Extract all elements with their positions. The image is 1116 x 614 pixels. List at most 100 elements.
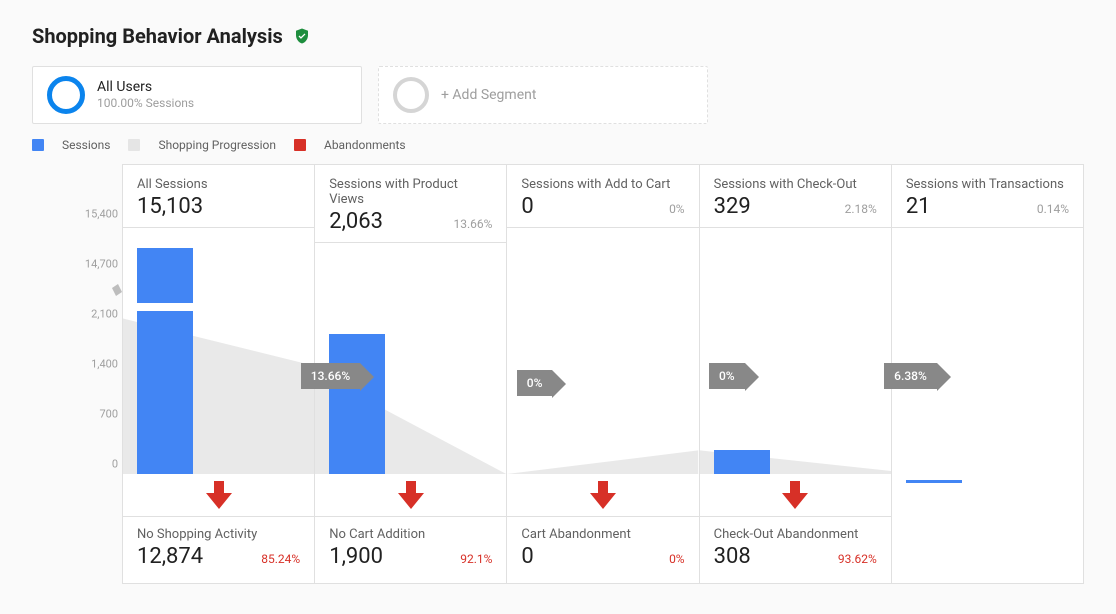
progression-arrow-label: 0% [709, 363, 745, 389]
column-value-row: 15,103 [137, 194, 300, 219]
progression-arrow: 6.38% [884, 363, 937, 389]
legend-swatch-abandonments [294, 139, 306, 151]
column-percent: 0.14% [1037, 202, 1069, 216]
progression-arrow-label: 13.66% [301, 363, 360, 389]
add-segment-label: + Add Segment [441, 87, 536, 103]
progression-arrow-label: 6.38% [884, 363, 937, 389]
abandonment-label: No Cart Addition [329, 527, 492, 542]
sessions-bar [137, 248, 193, 474]
legend-label-abandonments: Abandonments [324, 138, 406, 152]
column-header: Sessions with Add to Cart 0 0% [507, 165, 698, 228]
down-arrow-icon [590, 481, 616, 509]
column-value-row: 2,063 13.66% [329, 209, 492, 234]
page-title: Shopping Behavior Analysis [32, 24, 283, 48]
column-label: Sessions with Check-Out [714, 177, 877, 192]
abandonment-value: 308 [714, 544, 751, 569]
column-value: 2,063 [329, 209, 383, 234]
column-header: Sessions with Product Views2,063 13.66% [315, 165, 506, 243]
column-body: 0% [507, 228, 698, 474]
column-body: 0% [315, 243, 506, 474]
column-value-row: 329 2.18% [714, 194, 877, 219]
column-footer: No Shopping Activity 12,874 85.24% [123, 516, 314, 583]
column-header: All Sessions 15,103 [123, 165, 314, 228]
abandonment-label: Cart Abandonment [521, 527, 684, 542]
legend-swatch-sessions [32, 139, 44, 151]
segment-card-all-users[interactable]: All Users 100.00% Sessions [32, 66, 362, 124]
segment-body: All Users 100.00% Sessions [97, 79, 194, 112]
abandonment-label: No Shopping Activity [137, 527, 300, 542]
add-segment-button[interactable]: + Add Segment [378, 66, 708, 124]
segment-row: All Users 100.00% Sessions + Add Segment [32, 66, 1084, 124]
sessions-bar [714, 450, 770, 474]
abandonment-value-row: 0 0% [521, 544, 684, 569]
column-label: Sessions with Product Views [329, 177, 492, 207]
column-body: 6.38% [700, 228, 891, 474]
progression-arrow-label: 0% [517, 370, 553, 396]
column-body: 13.66% [123, 228, 314, 474]
segment-ring-icon [47, 76, 85, 114]
abandonment-value: 0 [521, 544, 533, 569]
abandonment-percent: 92.1% [460, 552, 492, 566]
column-footer: No Cart Addition 1,900 92.1% [315, 516, 506, 583]
abandonment-value: 1,900 [329, 544, 383, 569]
column-header: Sessions with Check-Out 329 2.18% [700, 165, 891, 228]
shield-check-icon [293, 27, 311, 45]
column-header: Sessions with Transactions 21 0.14% [892, 165, 1083, 228]
progression-arrow: 0% [709, 363, 745, 389]
down-arrow-icon [782, 481, 808, 509]
funnel-columns: All Sessions 15,103 13.66% No Shopping Acti… [122, 164, 1084, 584]
segment-subtext: 100.00% Sessions [97, 96, 194, 111]
y-tick: 14,700 [85, 258, 118, 271]
segment-name: All Users [97, 79, 194, 97]
abandonment-arrow-zone [315, 474, 506, 516]
progression-flow [507, 228, 698, 474]
title-row: Shopping Behavior Analysis [32, 24, 1084, 48]
abandonment-percent: 0% [669, 552, 685, 566]
y-tick: 1,400 [91, 358, 118, 371]
abandonment-arrow-zone [700, 474, 891, 516]
column-value: 329 [714, 194, 751, 219]
column-value: 15,103 [137, 194, 203, 219]
abandonment-percent: 93.62% [838, 552, 877, 566]
abandonment-value-row: 308 93.62% [714, 544, 877, 569]
progression-arrow: 13.66% [301, 363, 360, 389]
sessions-bar [329, 334, 385, 474]
column-footer: Cart Abandonment 0 0% [507, 516, 698, 583]
column-value-row: 21 0.14% [906, 194, 1069, 219]
y-tick: 15,400 [85, 208, 118, 221]
page-root: Shopping Behavior Analysis All Users 100… [0, 0, 1116, 614]
y-axis: 15,400 14,700 2,100 1,400 700 0 [32, 214, 122, 464]
funnel-chart: 15,400 14,700 2,100 1,400 700 0 All Sess… [32, 164, 1084, 584]
progression-arrow: 0% [517, 370, 553, 396]
column-footer: Check-Out Abandonment 308 93.62% [700, 516, 891, 583]
progression-flow [700, 228, 891, 474]
column-label: Sessions with Add to Cart [521, 177, 684, 192]
segment-ring-placeholder-icon [393, 77, 429, 113]
y-tick: 2,100 [91, 308, 118, 321]
column-percent: 13.66% [453, 217, 492, 231]
abandonment-value-row: 12,874 85.24% [137, 544, 300, 569]
funnel-column[interactable]: All Sessions 15,103 13.66% No Shopping Acti… [122, 164, 315, 584]
column-value: 21 [906, 194, 931, 219]
column-value: 0 [521, 194, 533, 219]
column-label: All Sessions [137, 177, 300, 192]
abandonment-value-row: 1,900 92.1% [329, 544, 492, 569]
abandonment-arrow-zone [123, 474, 314, 516]
legend-label-progression: Shopping Progression [158, 138, 276, 152]
legend-swatch-progression [128, 139, 140, 151]
down-arrow-icon [398, 481, 424, 509]
column-body [892, 228, 1083, 483]
column-value-row: 0 0% [521, 194, 684, 219]
abandonment-percent: 85.24% [261, 552, 300, 566]
down-arrow-icon [206, 481, 232, 509]
sessions-bar [906, 480, 962, 483]
column-percent: 0% [669, 202, 685, 216]
chart-legend: Sessions Shopping Progression Abandonmen… [32, 138, 1084, 152]
y-tick: 700 [99, 408, 118, 421]
abandonment-value: 12,874 [137, 544, 203, 569]
column-label: Sessions with Transactions [906, 177, 1069, 192]
legend-label-sessions: Sessions [62, 138, 110, 152]
abandonment-arrow-zone [507, 474, 698, 516]
abandonment-label: Check-Out Abandonment [714, 527, 877, 542]
column-percent: 2.18% [845, 202, 877, 216]
